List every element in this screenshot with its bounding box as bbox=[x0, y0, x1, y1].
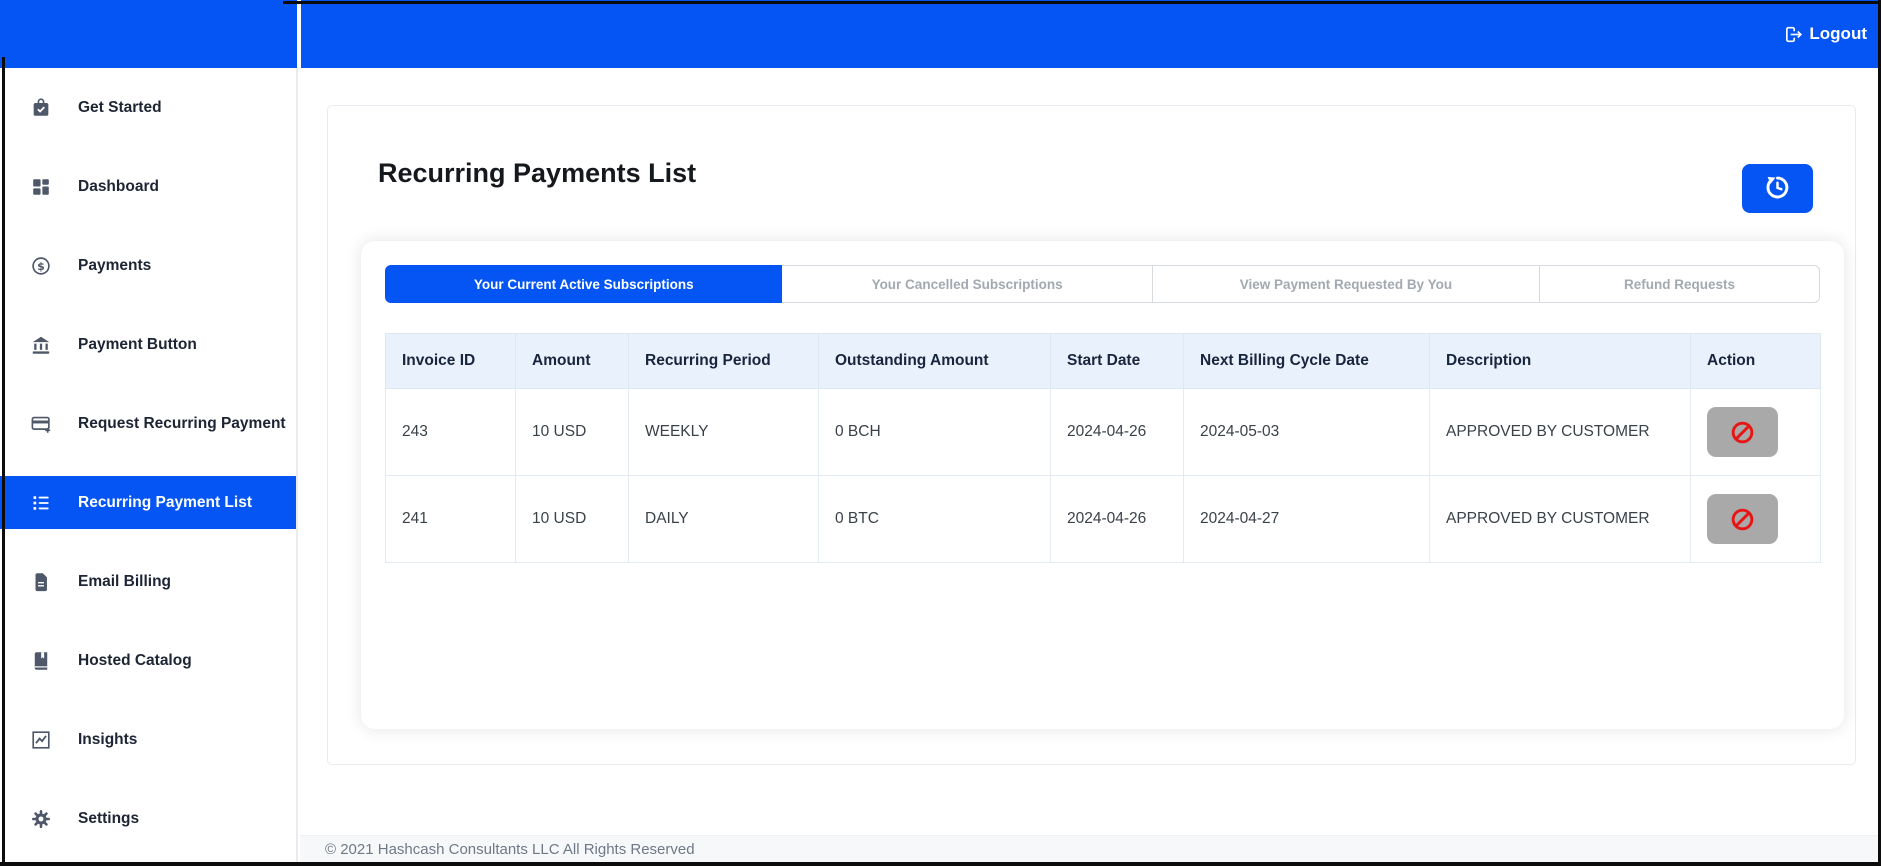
tabs-bar: Your Current Active Subscriptions Your C… bbox=[385, 265, 1820, 303]
cell-recurring-period: WEEKLY bbox=[628, 388, 819, 476]
column-header-amount: Amount bbox=[515, 333, 629, 389]
tab-current-active-subscriptions[interactable]: Your Current Active Subscriptions bbox=[385, 265, 783, 303]
svg-text:$: $ bbox=[37, 259, 45, 272]
sidebar-item-insights[interactable]: Insights bbox=[0, 700, 296, 779]
column-header-action: Action bbox=[1690, 333, 1821, 389]
book-icon bbox=[34, 651, 48, 670]
chart-icon bbox=[32, 730, 50, 749]
topbar: Logout bbox=[0, 0, 1881, 68]
subscriptions-table: Invoice ID Amount Recurring Period Outst… bbox=[385, 333, 1821, 563]
cell-description: APPROVED BY CUSTOMER bbox=[1429, 388, 1691, 476]
cell-invoice-id: 241 bbox=[385, 475, 516, 563]
history-icon bbox=[1764, 174, 1791, 204]
sidebar-item-label: Payments bbox=[78, 256, 152, 274]
column-header-description: Description bbox=[1429, 333, 1691, 389]
topbar-main: Logout bbox=[301, 0, 1881, 68]
table-row: 241 10 USD DAILY 0 BTC 2024-04-26 2024-0… bbox=[385, 475, 1821, 563]
sidebar-item-label: Recurring Payment List bbox=[78, 493, 252, 511]
bank-icon bbox=[32, 336, 50, 354]
ban-icon bbox=[1731, 421, 1754, 443]
frame-border-left bbox=[2, 57, 5, 866]
frame-border-top bbox=[283, 1, 1881, 4]
column-header-start-date: Start Date bbox=[1050, 333, 1184, 389]
cancel-subscription-button[interactable] bbox=[1707, 494, 1778, 544]
sidebar-item-label: Dashboard bbox=[78, 177, 159, 195]
main-content: Recurring Payments List Your Current Act… bbox=[300, 68, 1878, 862]
cell-action bbox=[1690, 388, 1821, 476]
tab-refund-requests[interactable]: Refund Requests bbox=[1540, 265, 1820, 303]
dollar-circle-icon: $ bbox=[32, 256, 50, 275]
footer: © 2021 Hashcash Consultants LLC All Righ… bbox=[300, 835, 1878, 862]
sidebar-item-label: Settings bbox=[78, 809, 140, 827]
table-header-row: Invoice ID Amount Recurring Period Outst… bbox=[385, 333, 1821, 389]
sidebar-item-payment-button[interactable]: Payment Button bbox=[0, 305, 296, 384]
tab-cancelled-subscriptions[interactable]: Your Cancelled Subscriptions bbox=[782, 265, 1153, 303]
list-icon bbox=[33, 495, 49, 510]
sidebar-item-label: Request Recurring Payment bbox=[78, 414, 286, 432]
cell-start-date: 2024-04-26 bbox=[1050, 475, 1184, 563]
cell-amount: 10 USD bbox=[515, 475, 629, 563]
column-header-recurring-period: Recurring Period bbox=[628, 333, 819, 389]
cell-recurring-period: DAILY bbox=[628, 475, 819, 563]
refresh-button[interactable] bbox=[1742, 164, 1813, 213]
sidebar-item-hosted-catalog[interactable]: Hosted Catalog bbox=[0, 621, 296, 700]
card-plus-icon bbox=[31, 416, 51, 433]
frame-border-bottom bbox=[0, 862, 1881, 866]
logout-label: Logout bbox=[1809, 24, 1867, 43]
sidebar-item-label: Insights bbox=[78, 730, 138, 748]
sidebar: Get Started Dashboard $ Payments Payment… bbox=[0, 68, 298, 862]
sidebar-item-email-billing[interactable]: Email Billing bbox=[0, 542, 296, 621]
document-icon bbox=[35, 572, 47, 591]
sidebar-item-settings[interactable]: Settings bbox=[0, 779, 296, 858]
cell-outstanding-amount: 0 BTC bbox=[818, 475, 1051, 563]
sidebar-item-label: Hosted Catalog bbox=[78, 651, 192, 669]
tab-view-payment-requested[interactable]: View Payment Requested By You bbox=[1152, 265, 1541, 303]
cell-next-billing-cycle-date: 2024-04-27 bbox=[1183, 475, 1430, 563]
gear-icon bbox=[32, 809, 50, 828]
cell-description: APPROVED BY CUSTOMER bbox=[1429, 475, 1691, 563]
sidebar-item-label: Get Started bbox=[78, 98, 162, 116]
page-title: Recurring Payments List bbox=[378, 158, 697, 188]
logout-button[interactable]: Logout bbox=[1783, 24, 1867, 45]
sidebar-item-request-recurring-payment[interactable]: Request Recurring Payment bbox=[0, 384, 296, 463]
logout-icon bbox=[1783, 24, 1804, 45]
sidebar-item-payments[interactable]: $ Payments bbox=[0, 226, 296, 305]
grid-icon bbox=[33, 178, 49, 195]
column-header-outstanding-amount: Outstanding Amount bbox=[818, 333, 1051, 389]
cell-outstanding-amount: 0 BCH bbox=[818, 388, 1051, 476]
table-row: 243 10 USD WEEKLY 0 BCH 2024-04-26 2024-… bbox=[385, 388, 1821, 476]
briefcase-check-icon bbox=[33, 97, 49, 116]
sidebar-item-label: Payment Button bbox=[78, 335, 197, 353]
subscriptions-card: Your Current Active Subscriptions Your C… bbox=[361, 241, 1844, 729]
cell-amount: 10 USD bbox=[515, 388, 629, 476]
sidebar-item-dashboard[interactable]: Dashboard bbox=[0, 147, 296, 226]
logo-area bbox=[0, 0, 297, 68]
sidebar-item-get-started[interactable]: Get Started bbox=[0, 68, 296, 147]
cancel-subscription-button[interactable] bbox=[1707, 407, 1778, 457]
column-header-next-billing-cycle-date: Next Billing Cycle Date bbox=[1183, 333, 1430, 389]
copyright-text: © 2021 Hashcash Consultants LLC All Righ… bbox=[325, 840, 695, 858]
recurring-payments-panel: Recurring Payments List Your Current Act… bbox=[327, 105, 1856, 765]
cell-next-billing-cycle-date: 2024-05-03 bbox=[1183, 388, 1430, 476]
sidebar-item-recurring-payment-list[interactable]: Recurring Payment List bbox=[0, 476, 296, 529]
cell-start-date: 2024-04-26 bbox=[1050, 388, 1184, 476]
ban-icon bbox=[1731, 508, 1754, 530]
cell-action bbox=[1690, 475, 1821, 563]
sidebar-item-label: Email Billing bbox=[78, 572, 172, 590]
cell-invoice-id: 243 bbox=[385, 388, 516, 476]
column-header-invoice-id: Invoice ID bbox=[385, 333, 516, 389]
